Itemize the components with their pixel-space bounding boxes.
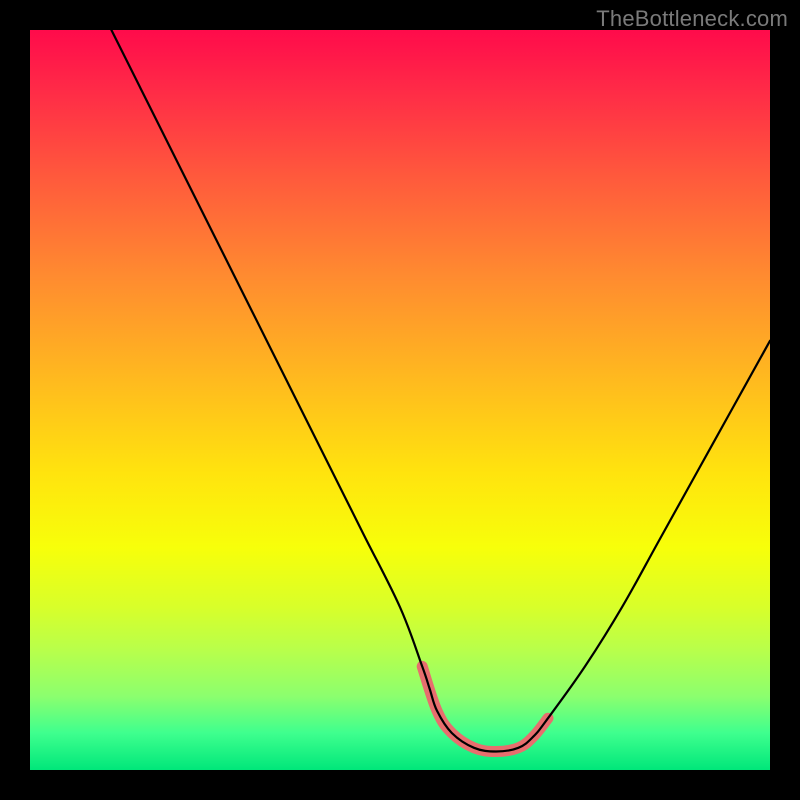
chart-frame: TheBottleneck.com	[0, 0, 800, 800]
bottleneck-curve-path	[111, 30, 770, 752]
optimal-highlight-path	[422, 666, 548, 751]
watermark-text: TheBottleneck.com	[596, 6, 788, 32]
chart-svg	[30, 30, 770, 770]
plot-area	[30, 30, 770, 770]
